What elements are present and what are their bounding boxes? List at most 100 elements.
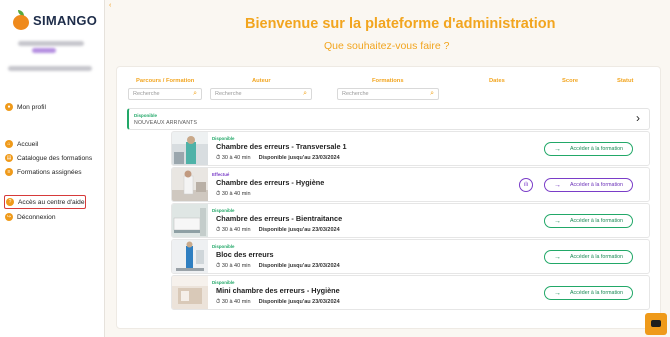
search-placeholder: Recherche xyxy=(215,91,242,97)
sidebar-item-label: Accueil xyxy=(17,140,39,148)
chat-icon xyxy=(651,320,661,327)
course-thumbnail xyxy=(172,276,208,309)
sidebar-item-label: Accès au centre d'aide xyxy=(18,198,85,206)
course-card: Effectué Chambre des erreurs - Hygiène ⏱… xyxy=(171,167,650,202)
user-icon: ● xyxy=(5,103,13,111)
home-icon: ⌂ xyxy=(5,140,13,148)
button-label: Accéder à la formation xyxy=(570,218,623,224)
course-thumbnail xyxy=(172,132,208,165)
course-card: Disponible Chambre des erreurs - Transve… xyxy=(171,131,650,166)
course-duration: 30 à 40 min xyxy=(221,155,251,161)
course-meta: ⏱ 30 à 40 min xyxy=(216,191,251,198)
access-training-button[interactable]: → Accéder à la formation xyxy=(544,178,633,192)
arrow-right-icon: → xyxy=(554,217,561,225)
catalog-icon: ▤ xyxy=(5,154,13,162)
course-availability: Disponible jusqu'au 23/03/2024 xyxy=(258,227,340,233)
sidebar-item-label: Catalogue des formations xyxy=(17,154,93,162)
course-status: Disponible xyxy=(212,208,235,213)
course-availability: Disponible jusqu'au 23/03/2024 xyxy=(258,299,340,305)
clock-icon: ⏱ xyxy=(216,263,221,269)
assigned-icon: ≡ xyxy=(5,168,13,176)
simango-logo[interactable]: SIMANGO xyxy=(12,10,97,30)
column-header-path: Parcours / Formation xyxy=(136,78,195,84)
course-duration: 30 à 40 min xyxy=(221,263,251,269)
course-thumbnail xyxy=(172,240,208,273)
course-thumbnail xyxy=(172,204,208,237)
page-subtitle: Que souhaitez-vous faire ? xyxy=(324,40,450,52)
user-role-redacted xyxy=(32,48,56,53)
access-training-button[interactable]: → Accéder à la formation xyxy=(544,214,633,228)
sidebar-item-help-center[interactable]: ? Accès au centre d'aide xyxy=(4,195,86,209)
sidebar-item-home[interactable]: ⌂ Accueil xyxy=(4,137,92,151)
course-duration: 30 à 40 min xyxy=(221,191,251,197)
chevron-right-icon[interactable]: › xyxy=(636,111,640,125)
sidebar-item-label: Formations assignées xyxy=(17,168,82,176)
page-title: Bienvenue sur la plateforme d'administra… xyxy=(245,16,556,32)
column-header-author: Auteur xyxy=(252,78,271,84)
course-availability: Disponible jusqu'au 23/03/2024 xyxy=(258,155,340,161)
user-email-redacted xyxy=(18,41,84,46)
arrow-right-icon: → xyxy=(554,145,561,153)
access-training-button[interactable]: → Accéder à la formation xyxy=(544,142,633,156)
search-icon: ⌕ xyxy=(430,90,434,97)
course-card: Disponible Chambre des erreurs - Bientra… xyxy=(171,203,650,238)
sidebar-item-profile[interactable]: ● Mon profil xyxy=(4,100,46,114)
logout-icon: ↪ xyxy=(5,213,13,221)
clock-icon: ⏱ xyxy=(216,299,221,305)
logo-text: SIMANGO xyxy=(33,12,98,28)
course-title: Bloc des erreurs xyxy=(216,250,274,259)
button-label: Accéder à la formation xyxy=(570,290,623,296)
sidebar-item-label: Déconnexion xyxy=(17,213,56,221)
search-placeholder: Recherche xyxy=(342,91,369,97)
arrow-right-icon: → xyxy=(554,289,561,297)
course-duration: 30 à 40 min xyxy=(221,299,251,305)
column-header-status: Statut xyxy=(617,78,634,84)
sidebar-item-assigned[interactable]: ≡ Formations assignées xyxy=(4,165,92,179)
search-icon: ⌕ xyxy=(193,90,197,97)
course-title: Chambre des erreurs - Transversale 1 xyxy=(216,142,347,151)
search-path-input[interactable]: Recherche ⌕ xyxy=(128,88,202,100)
user-org-redacted xyxy=(8,66,92,71)
search-placeholder: Recherche xyxy=(133,91,160,97)
access-training-button[interactable]: → Accéder à la formation xyxy=(544,286,633,300)
clock-icon: ⏱ xyxy=(216,191,221,197)
course-title: Mini chambre des erreurs - Hygiène xyxy=(216,286,340,295)
course-status: Disponible xyxy=(212,244,235,249)
column-header-trainings: Formations xyxy=(372,78,404,84)
column-header-dates: Dates xyxy=(489,78,505,84)
search-icon: ⌕ xyxy=(303,90,307,97)
chat-support-button[interactable] xyxy=(645,313,667,335)
sidebar: SIMANGO ● Mon profil ⌂ Accueil ▤ Catalog… xyxy=(0,0,105,337)
button-label: Accéder à la formation xyxy=(570,182,623,188)
arrow-right-icon: → xyxy=(554,181,561,189)
clock-icon: ⏱ xyxy=(216,155,221,161)
sidebar-item-catalog[interactable]: ▤ Catalogue des formations xyxy=(4,151,92,165)
arrow-right-icon: → xyxy=(554,253,561,261)
column-header-score: Score xyxy=(562,78,579,84)
statistics-icon[interactable]: ılı xyxy=(519,178,533,192)
course-card: Disponible Mini chambre des erreurs - Hy… xyxy=(171,275,650,310)
button-label: Accéder à la formation xyxy=(570,146,623,152)
section-new-arrivals[interactable]: Disponible NOUVEAUX ARRIVANTS › xyxy=(127,108,650,130)
help-icon: ? xyxy=(6,198,14,206)
course-availability: Disponible jusqu'au 23/03/2024 xyxy=(258,263,340,269)
clock-icon: ⏱ xyxy=(216,227,221,233)
course-status: Effectué xyxy=(212,172,230,177)
search-trainings-input[interactable]: Recherche ⌕ xyxy=(337,88,439,100)
course-title: Chambre des erreurs - Hygiène xyxy=(216,178,325,187)
course-meta: ⏱ 30 à 40 min Disponible jusqu'au 23/03/2… xyxy=(216,155,340,162)
access-training-button[interactable]: → Accéder à la formation xyxy=(544,250,633,264)
button-label: Accéder à la formation xyxy=(570,254,623,260)
course-meta: ⏱ 30 à 40 min Disponible jusqu'au 23/03/2… xyxy=(216,299,340,306)
orange-logo-icon xyxy=(12,10,30,30)
section-label: NOUVEAUX ARRIVANTS xyxy=(134,120,198,126)
course-duration: 30 à 40 min xyxy=(221,227,251,233)
search-author-input[interactable]: Recherche ⌕ xyxy=(210,88,312,100)
course-title: Chambre des erreurs - Bientraitance xyxy=(216,214,343,223)
sidebar-item-label: Mon profil xyxy=(17,103,46,111)
course-thumbnail xyxy=(172,168,208,201)
collapse-sidebar-icon[interactable]: ‹ xyxy=(109,2,111,9)
course-card: Disponible Bloc des erreurs ⏱ 30 à 40 mi… xyxy=(171,239,650,274)
course-meta: ⏱ 30 à 40 min Disponible jusqu'au 23/03/2… xyxy=(216,227,340,234)
sidebar-item-logout[interactable]: ↪ Déconnexion xyxy=(4,210,86,224)
